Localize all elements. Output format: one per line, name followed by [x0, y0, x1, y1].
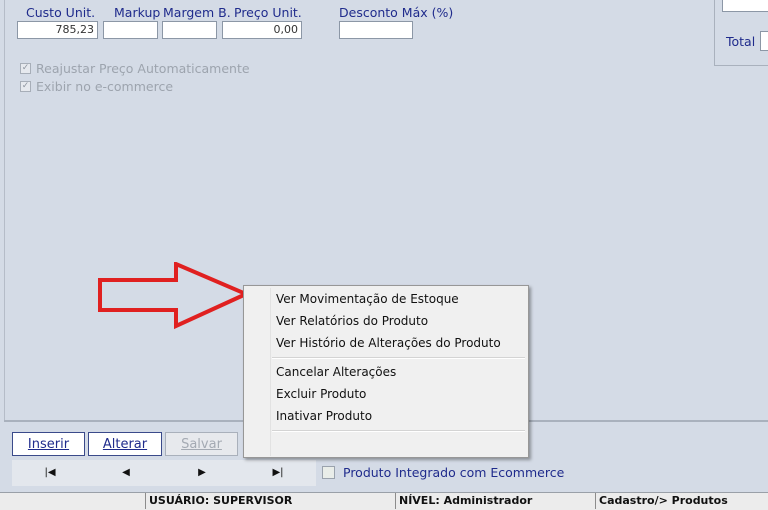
- total-label: Total: [726, 34, 756, 49]
- menu-item-inativar-produto[interactable]: Inativar Produto: [276, 409, 372, 423]
- alterar-button[interactable]: Alterar: [88, 432, 162, 456]
- record-navigator: |◀ ◀ ▶ ▶|: [12, 460, 316, 486]
- markup-field[interactable]: [103, 21, 158, 39]
- menu-item-ver-relatorios[interactable]: Ver Relatórios do Produto: [276, 314, 428, 328]
- menu-item-excluir-produto[interactable]: Excluir Produto: [276, 387, 366, 401]
- custo-unit-label: Custo Unit.: [26, 5, 96, 20]
- preco-unit-label: Preço Unit.: [234, 5, 302, 20]
- menu-item-cancelar-alteracoes[interactable]: Cancelar Alterações: [276, 365, 396, 379]
- custo-unit-field[interactable]: 785,23: [17, 21, 98, 39]
- status-path: Cadastro/> Produtos: [599, 494, 728, 507]
- checkbox-unchecked-icon[interactable]: [322, 466, 335, 479]
- checkbox-checked-icon[interactable]: ✓: [20, 63, 31, 74]
- alterar-label: Alterar: [102, 437, 148, 452]
- markup-label: Markup: [114, 5, 161, 20]
- reajustar-preco-option[interactable]: ✓ Reajustar Preço Automaticamente: [20, 61, 250, 76]
- last-record-icon[interactable]: ▶|: [240, 460, 316, 486]
- status-usuario: USUÁRIO: SUPERVISOR: [146, 493, 396, 509]
- status-nivel: NÍVEL: Administrador: [396, 493, 596, 509]
- produto-integrado-label: Produto Integrado com Ecommerce: [343, 465, 565, 480]
- totals-top-field[interactable]: [722, 0, 768, 12]
- menu-separator: [272, 430, 525, 432]
- next-record-icon[interactable]: ▶: [164, 460, 240, 486]
- inserir-button[interactable]: Inserir: [12, 432, 85, 456]
- inserir-label: Inserir: [27, 437, 70, 452]
- exibir-ecommerce-label: Exibir no e-commerce: [36, 79, 174, 94]
- context-menu: Ver Movimentação de Estoque Ver Relatóri…: [243, 285, 529, 458]
- menu-item-ver-movimentacao[interactable]: Ver Movimentação de Estoque: [276, 292, 459, 306]
- margem-field[interactable]: [162, 21, 217, 39]
- menu-separator: [272, 357, 525, 359]
- menu-gutter: [270, 288, 271, 456]
- checkbox-checked-icon[interactable]: ✓: [20, 81, 31, 92]
- produto-integrado-option[interactable]: Produto Integrado com Ecommerce: [322, 465, 564, 480]
- preco-unit-field[interactable]: 0,00: [222, 21, 302, 39]
- salvar-label: Salvar: [181, 437, 222, 452]
- exibir-ecommerce-option[interactable]: ✓ Exibir no e-commerce: [20, 79, 173, 94]
- menu-item-ver-historico[interactable]: Ver Histório de Alterações do Produto: [276, 336, 501, 350]
- red-arrow-icon: [98, 262, 251, 330]
- first-record-icon[interactable]: |◀: [12, 460, 88, 486]
- total-field[interactable]: [760, 31, 768, 51]
- desconto-label: Desconto Máx (%): [339, 5, 454, 20]
- prior-record-icon[interactable]: ◀: [88, 460, 164, 486]
- status-blank: [0, 493, 146, 509]
- salvar-button[interactable]: Salvar: [165, 432, 238, 456]
- reajustar-preco-label: Reajustar Preço Automaticamente: [36, 61, 250, 76]
- desconto-field[interactable]: [339, 21, 413, 39]
- status-bar: USUÁRIO: SUPERVISOR NÍVEL: Administrador…: [0, 492, 768, 510]
- margem-label: Margem B.: [163, 5, 231, 20]
